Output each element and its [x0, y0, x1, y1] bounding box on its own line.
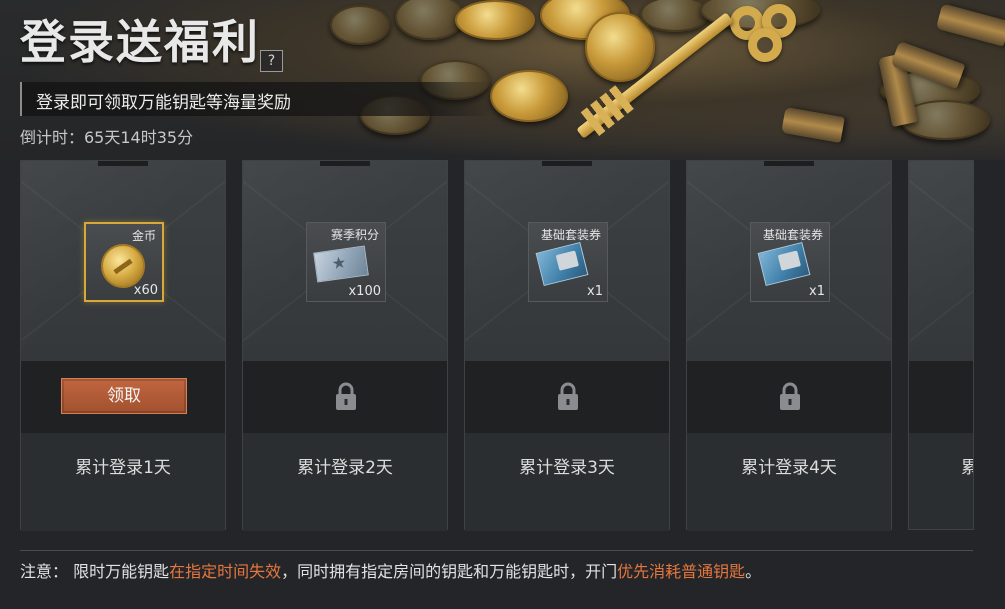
item-name: 基础套装券	[540, 228, 601, 242]
countdown-timer: 倒计时：65天14时35分	[20, 128, 194, 147]
page-title: 登录送福利	[20, 15, 260, 69]
card-notch	[98, 161, 148, 166]
reward-card-day-2: 赛季积分 x100 累计登录2天	[242, 160, 448, 531]
bullet-decor	[781, 106, 845, 144]
reward-item-slot[interactable]: 金币 x60	[84, 222, 164, 302]
reward-item-slot[interactable]: 赛季积分 x100	[306, 222, 386, 302]
card-art: 基础套装券 x1	[687, 161, 891, 361]
lock-icon	[780, 382, 800, 410]
item-quantity: x1	[809, 284, 825, 299]
notice-suffix: 。	[745, 562, 762, 581]
subtitle-text: 登录即可领取万能钥匙等海量奖励	[36, 93, 291, 113]
notice-text: 注意： 限时万能钥匙在指定时间失效，同时拥有指定房间的钥匙和万能钥匙时，开门优先…	[20, 560, 960, 584]
reward-item-slot[interactable]: 基础套装券 x1	[750, 222, 830, 302]
item-quantity: x100	[348, 284, 381, 299]
lock-icon	[558, 382, 578, 410]
item-quantity: x1	[587, 284, 603, 299]
notice-middle: ，同时拥有指定房间的钥匙和万能钥匙时，开门	[281, 562, 618, 581]
card-art	[909, 161, 973, 361]
day-label: 累计登录2天	[297, 458, 393, 478]
season-points-ticket-icon	[313, 245, 369, 283]
lock-icon	[336, 382, 356, 410]
bullet-decor	[935, 3, 1005, 47]
reward-card-day-1: 金币 x60 领取 累计登录1天	[20, 160, 226, 531]
reward-card-day-5-partial: 累	[908, 160, 974, 530]
item-name: 赛季积分	[330, 228, 379, 242]
item-name: 金币	[131, 229, 156, 243]
card-footer	[909, 433, 973, 529]
card-art: 基础套装券 x1	[465, 161, 669, 361]
coin-decor	[330, 5, 390, 45]
gold-coin-icon	[101, 244, 145, 288]
card-footer	[465, 433, 669, 531]
card-notch	[320, 161, 370, 166]
reward-item-slot[interactable]: 基础套装券 x1	[528, 222, 608, 302]
card-footer	[687, 433, 891, 531]
coin-decor	[640, 0, 710, 32]
help-button[interactable]: ?	[260, 50, 283, 72]
reward-card-day-4: 基础套装券 x1 累计登录4天	[686, 160, 892, 531]
card-notch	[542, 161, 592, 166]
coin-decor	[490, 70, 568, 122]
item-quantity: x60	[133, 283, 158, 298]
day-label: 累计登录1天	[75, 458, 171, 478]
notice-prefix: 注意： 限时万能钥匙	[20, 562, 170, 581]
claim-button[interactable]: 领取	[61, 378, 187, 414]
card-notch	[764, 161, 814, 166]
card-art: 金币 x60	[21, 161, 225, 361]
notice-highlight-expiry: 在指定时间失效	[169, 562, 282, 581]
card-action-area	[909, 361, 973, 433]
notice-highlight-priority: 优先消耗普通钥匙	[617, 562, 746, 581]
day-label: 累计登录3天	[519, 458, 615, 478]
basic-outfit-coupon-icon	[535, 241, 589, 287]
coin-decor	[455, 0, 535, 40]
divider	[20, 550, 973, 551]
card-footer	[243, 433, 447, 531]
card-art: 赛季积分 x100	[243, 161, 447, 361]
subtitle-bar: 登录即可领取万能钥匙等海量奖励	[20, 82, 494, 116]
day-label: 累计登录4天	[741, 458, 837, 478]
reward-card-day-3: 基础套装券 x1 累计登录3天	[464, 160, 670, 531]
item-name: 基础套装券	[762, 228, 823, 242]
day-label: 累	[961, 453, 973, 478]
key-decor	[748, 28, 782, 62]
basic-outfit-coupon-icon	[757, 241, 811, 287]
card-footer	[21, 433, 225, 531]
